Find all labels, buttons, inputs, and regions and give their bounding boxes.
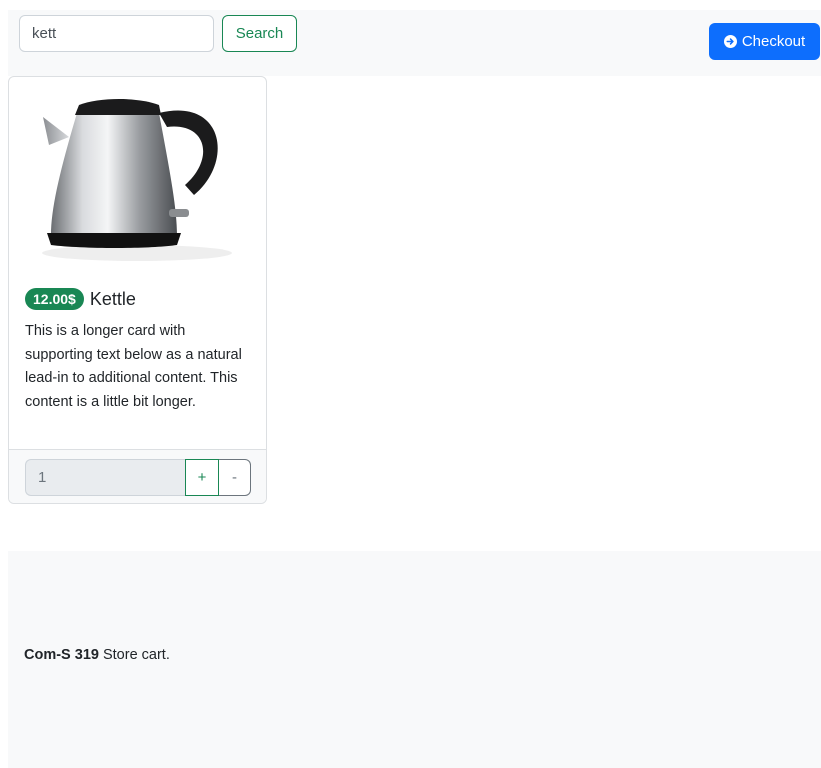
- decrease-quantity-button[interactable]: -: [219, 459, 251, 496]
- quantity-input[interactable]: [25, 459, 185, 496]
- top-navbar: Search Checkout: [8, 10, 821, 76]
- kettle-image: [42, 99, 232, 261]
- footer-text: Com-S 319 Store cart.: [24, 647, 170, 663]
- product-description: This is a longer card with supporting te…: [25, 323, 242, 410]
- card-title-row: 12.00$ Kettle: [25, 287, 253, 311]
- product-name: Kettle: [89, 288, 136, 309]
- price-badge: 12.00$: [25, 288, 84, 310]
- arrow-right-circle-icon: [723, 35, 737, 48]
- page-footer: Com-S 319 Store cart.: [8, 551, 821, 768]
- search-input[interactable]: [19, 15, 214, 52]
- footer-course: Com-S 319: [24, 647, 99, 663]
- card-footer: + -: [9, 449, 266, 503]
- checkout-button[interactable]: Checkout: [709, 23, 820, 60]
- search-button[interactable]: Search: [222, 15, 297, 52]
- increase-quantity-button[interactable]: +: [185, 459, 219, 496]
- checkout-label: Checkout: [741, 33, 806, 50]
- product-card: 12.00$ Kettle This is a longer card with…: [8, 76, 267, 504]
- card-body: 12.00$ Kettle This is a longer card with…: [25, 287, 253, 414]
- footer-caption: Store cart.: [98, 647, 170, 663]
